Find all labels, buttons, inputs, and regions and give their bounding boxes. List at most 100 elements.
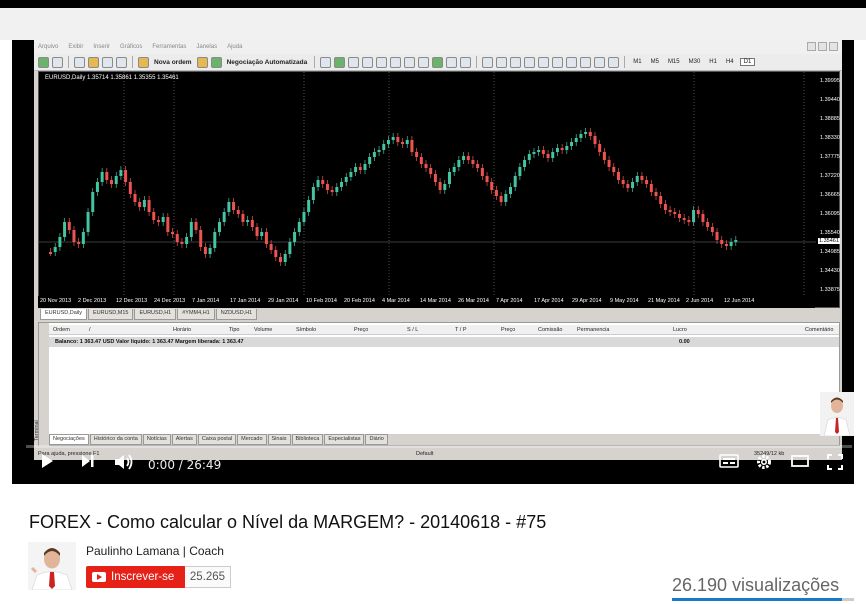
progress-bar[interactable] xyxy=(26,445,852,448)
col-header[interactable]: Horário xyxy=(173,327,191,333)
tester-icon[interactable] xyxy=(116,56,127,68)
auto-trading-button[interactable]: Negociação Automatizada xyxy=(225,59,310,66)
settings-gear-icon[interactable] xyxy=(755,453,773,471)
symbol-tab[interactable]: NZDUSD,H1 xyxy=(215,309,258,320)
crosshair-icon[interactable] xyxy=(496,56,508,68)
col-header[interactable]: Permanencia xyxy=(577,327,609,333)
theater-mode-icon[interactable] xyxy=(790,453,810,469)
symbol-tab[interactable]: EURUSD,M15 xyxy=(87,309,134,320)
menu-item[interactable]: Ferramentas xyxy=(152,44,186,50)
timeframe-m5[interactable]: M5 xyxy=(648,59,662,65)
col-header[interactable]: Comentário xyxy=(805,327,833,333)
subtitles-icon[interactable] xyxy=(719,453,739,469)
candle-body xyxy=(584,132,588,134)
timeframe-m15[interactable]: M15 xyxy=(665,59,683,65)
terminal-tab[interactable]: Alertas xyxy=(171,434,197,445)
cursor-icon[interactable] xyxy=(482,56,494,68)
col-header[interactable]: Tipo xyxy=(229,327,240,333)
terminal-tab[interactable]: Mercado xyxy=(237,434,267,445)
col-header[interactable]: Comissão xyxy=(538,327,562,333)
col-header[interactable]: Volume xyxy=(254,327,272,333)
price-chart[interactable]: EURUSD,Daily 1.35714 1.35861 1.35355 1.3… xyxy=(38,71,840,308)
terminal-tab[interactable]: Histórico da conta xyxy=(89,434,142,445)
menu-item[interactable]: Inserir xyxy=(93,44,110,50)
candle-body xyxy=(368,157,372,164)
col-header[interactable]: T / P xyxy=(455,327,467,333)
symbol-tab[interactable]: EURUSD,Daily xyxy=(40,309,87,320)
col-header[interactable]: Preço xyxy=(501,327,515,333)
video-player[interactable]: Arquivo Exibir Inserir Gráficos Ferramen… xyxy=(12,40,854,484)
templates-icon[interactable] xyxy=(460,56,472,68)
vertical-line-icon[interactable] xyxy=(510,56,522,68)
terminal-tab[interactable]: Sinais xyxy=(267,434,291,445)
candle-body xyxy=(222,212,226,222)
terminal-tab[interactable]: Negociações xyxy=(49,434,89,445)
zoom-out-icon[interactable] xyxy=(376,56,388,68)
channel-name[interactable]: Paulinho Lamana | Coach xyxy=(86,544,224,558)
menu-item[interactable]: Exibir xyxy=(68,44,83,50)
candle-body xyxy=(527,154,531,160)
candle-body xyxy=(471,160,475,164)
fibonacci-icon[interactable] xyxy=(566,56,578,68)
mt4-window: Arquivo Exibir Inserir Gráficos Ferramen… xyxy=(34,40,842,460)
label-icon[interactable] xyxy=(594,56,606,68)
terminal-tab[interactable]: Especialistas xyxy=(324,434,365,445)
timeframe-h1[interactable]: H1 xyxy=(706,59,720,65)
symbol-tab[interactable]: EURUSD,H1 xyxy=(134,309,177,320)
terminal-tab[interactable]: Diário xyxy=(365,434,388,445)
market-watch-icon[interactable] xyxy=(74,56,85,68)
menu-item[interactable]: Ajuda xyxy=(227,44,242,50)
candle-body xyxy=(58,237,62,247)
candlestick-icon[interactable] xyxy=(334,56,346,68)
date-tick-label: 2 Dec 2013 xyxy=(78,298,107,304)
terminal-tab[interactable]: Notícias xyxy=(142,434,171,445)
play-icon[interactable] xyxy=(39,453,55,469)
terminal-icon[interactable] xyxy=(102,56,113,68)
timeframe-m30[interactable]: M30 xyxy=(686,59,704,65)
timeframe-d1[interactable]: D1 xyxy=(739,58,756,66)
channel-icon[interactable] xyxy=(552,56,564,68)
next-icon[interactable] xyxy=(80,453,96,469)
col-header[interactable]: Lucro xyxy=(673,327,687,333)
text-icon[interactable] xyxy=(580,56,592,68)
candle-body xyxy=(635,176,639,182)
new-chart-icon[interactable] xyxy=(38,56,49,68)
col-header[interactable]: S / L xyxy=(407,327,418,333)
col-header[interactable]: Ordem xyxy=(53,327,70,333)
menu-item[interactable]: Gráficos xyxy=(120,44,142,50)
tile-icon[interactable] xyxy=(390,56,402,68)
menu-item[interactable]: Janelas xyxy=(196,44,217,50)
menu-item[interactable]: Arquivo xyxy=(38,44,58,50)
line-chart-icon[interactable] xyxy=(348,56,360,68)
indicators-icon[interactable] xyxy=(432,56,444,68)
col-header[interactable]: Símbolo xyxy=(296,327,316,333)
metaeditor-icon[interactable] xyxy=(196,56,208,68)
channel-avatar[interactable] xyxy=(28,542,76,590)
periods-icon[interactable] xyxy=(446,56,458,68)
navigator-icon[interactable] xyxy=(88,56,99,68)
col-header[interactable]: Preço xyxy=(354,327,368,333)
chart-shift-icon[interactable] xyxy=(418,56,430,68)
subscribe-button[interactable]: Inscrever-se xyxy=(86,566,186,588)
autoscroll-icon[interactable] xyxy=(404,56,416,68)
bar-chart-icon[interactable] xyxy=(320,56,332,68)
minimize-icon[interactable] xyxy=(807,42,816,51)
terminal-tab[interactable]: Caixa postal xyxy=(197,434,237,445)
trendline-icon[interactable] xyxy=(538,56,550,68)
restore-icon[interactable] xyxy=(818,42,827,51)
balance-profit: 0.00 xyxy=(679,339,690,345)
terminal-tab[interactable]: Biblioteca xyxy=(291,434,324,445)
fullscreen-icon[interactable] xyxy=(826,453,844,471)
shapes-icon[interactable] xyxy=(608,56,620,68)
balance-row[interactable]: Balanco: 1 363.47 USD Valor liquido: 1 3… xyxy=(49,337,839,347)
timeframe-h4[interactable]: H4 xyxy=(723,59,737,65)
candle-body xyxy=(645,180,649,184)
timeframe-m1[interactable]: M1 xyxy=(630,59,644,65)
horizontal-line-icon[interactable] xyxy=(524,56,536,68)
new-order-button[interactable]: Nova ordem xyxy=(152,59,194,66)
close-icon[interactable] xyxy=(829,42,838,51)
zoom-in-icon[interactable] xyxy=(362,56,374,68)
profiles-icon[interactable] xyxy=(52,56,63,68)
volume-icon[interactable] xyxy=(113,453,135,471)
symbol-tab[interactable]: #YMM4,H1 xyxy=(177,309,215,320)
